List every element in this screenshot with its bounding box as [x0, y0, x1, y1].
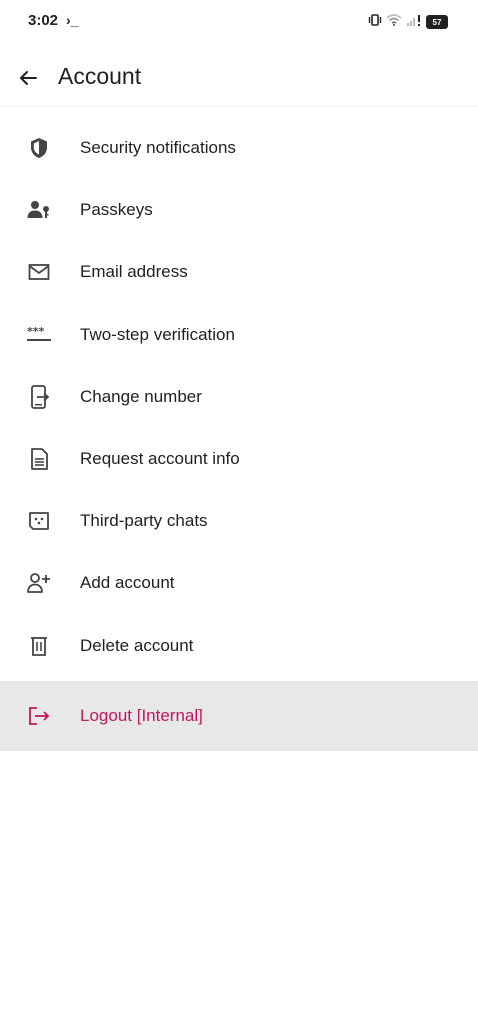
menu-item-change-number[interactable]: Change number	[0, 366, 478, 428]
menu-item-logout[interactable]: Logout [Internal]	[0, 680, 478, 751]
menu-item-request-account-info[interactable]: Request account info	[0, 428, 478, 490]
chat-box-icon	[26, 508, 52, 534]
mail-icon	[26, 259, 52, 285]
person-add-icon	[26, 570, 52, 596]
status-bar: 3:02 ›_ 57	[0, 0, 478, 44]
menu-item-label: Delete account	[80, 635, 194, 655]
terminal-prompt-icon: ›_	[66, 12, 79, 28]
svg-text:***: ***	[27, 326, 45, 338]
trash-icon	[26, 633, 52, 659]
vibrate-icon	[368, 13, 382, 31]
wifi-icon	[386, 13, 402, 31]
menu-item-label: Passkeys	[80, 200, 153, 220]
status-icons: 57	[368, 13, 448, 31]
menu-item-passkeys[interactable]: Passkeys	[0, 179, 478, 241]
menu-item-label: Two-step verification	[80, 324, 235, 344]
menu-item-add-account[interactable]: Add account	[0, 552, 478, 614]
menu-item-third-party-chats[interactable]: Third-party chats	[0, 490, 478, 552]
person-key-icon	[26, 197, 52, 223]
app-bar: Account	[0, 52, 478, 108]
menu-item-label: Add account	[80, 573, 175, 593]
menu-item-email-address[interactable]: Email address	[0, 241, 478, 303]
menu-item-security-notifications[interactable]: Security notifications	[0, 117, 478, 179]
header-divider	[0, 106, 478, 107]
menu-item-two-step-verification[interactable]: *** Two-step verification	[0, 304, 478, 366]
menu-item-label: Third-party chats	[80, 511, 208, 531]
menu-item-label: Security notifications	[80, 138, 236, 158]
arrow-back-icon[interactable]	[14, 64, 42, 92]
signal-icon	[406, 13, 422, 31]
battery-icon: 57	[426, 15, 448, 29]
menu-item-label: Logout [Internal]	[80, 705, 203, 725]
password-dots-icon: ***	[26, 322, 52, 348]
shield-icon	[26, 135, 52, 161]
status-time: 3:02	[28, 12, 59, 29]
menu-item-label: Change number	[80, 386, 202, 406]
document-icon	[26, 446, 52, 472]
account-settings-list: Security notifications Passkeys Email ad…	[0, 117, 478, 751]
menu-item-label: Email address	[80, 262, 188, 282]
phone-transfer-icon	[26, 384, 52, 410]
page-title: Account	[58, 63, 142, 89]
menu-item-delete-account[interactable]: Delete account	[0, 615, 478, 677]
logout-icon	[26, 703, 52, 729]
menu-item-label: Request account info	[80, 449, 240, 469]
